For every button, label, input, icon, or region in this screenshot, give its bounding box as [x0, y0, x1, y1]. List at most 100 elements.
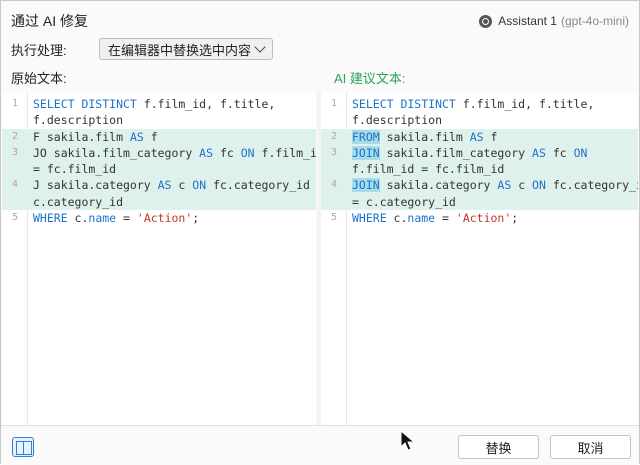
- code-token: J sakila.category: [33, 178, 158, 193]
- line-number: 5: [331, 212, 338, 224]
- code-keyword: 'Action': [136, 211, 193, 226]
- code-token: f.description: [352, 113, 443, 128]
- code-keyword: AS: [199, 145, 214, 160]
- code-text: f.description: [352, 112, 442, 128]
- gpt-icon: [479, 14, 493, 28]
- code-token: fc: [545, 145, 574, 160]
- original-text-editor[interactable]: 1 SELECT DISTINCT f.film_id, f.title, f.de…: [2, 92, 316, 425]
- code-text: F sakila.film AS f: [33, 129, 158, 145]
- code-line: = c.category_id: [321, 193, 638, 211]
- code-token: fc.category_id: [552, 178, 638, 193]
- code-keyword: SELECT DISTINCT: [33, 97, 137, 111]
- code-token: f.film_id: [261, 145, 316, 160]
- ai-suggested-text-label: AI 建议文本:: [334, 71, 406, 86]
- cancel-button[interactable]: 取消: [550, 435, 631, 459]
- code-token: F sakila.film: [33, 129, 130, 144]
- original-text-label: 原始文本:: [11, 71, 67, 86]
- code-text: JOIN sakila.category AS c ON fc.category…: [352, 177, 638, 193]
- code-token: f.film_id, f.title,: [455, 97, 595, 111]
- line-number: 2: [12, 130, 19, 142]
- action-select-value: 在编辑器中替换选中内容: [108, 42, 252, 58]
- code-line: f.film_id = fc.film_id: [321, 161, 638, 178]
- code-line: f.description: [2, 112, 316, 128]
- code-keyword: ON: [240, 145, 255, 160]
- code-line: 4 JOIN sakila.category AS c ON fc.categor…: [321, 177, 638, 194]
- action-select[interactable]: 在编辑器中替换选中内容: [99, 38, 273, 60]
- line-number: 2: [331, 130, 338, 142]
- code-keyword: SELECT DISTINCT: [352, 97, 456, 111]
- code-keyword: ON: [192, 178, 207, 193]
- dialog-footer: 替换 取消: [1, 425, 639, 465]
- code-token: f.film_id, f.title,: [136, 97, 276, 111]
- dialog-title: 通过 AI 修复: [11, 13, 89, 29]
- code-text: = fc.film_id: [33, 161, 116, 177]
- code-token: sakila.film_category: [379, 145, 533, 160]
- code-line: 1 SELECT DISTINCT f.film_id, f.title,: [321, 96, 638, 112]
- code-line: c.category_id: [2, 193, 316, 211]
- code-keyword: name: [88, 211, 117, 226]
- code-token: c.category_id: [33, 194, 124, 209]
- code-line: 2 F sakila.film AS f: [2, 128, 316, 145]
- code-text: JO sakila.film_category AS fc ON f.film_…: [33, 145, 316, 161]
- assistant-indicator: Assistant 1 (gpt-4o-mini): [479, 14, 629, 28]
- code-token: f.film_id = fc.film_id: [352, 162, 505, 177]
- code-keyword: JOIN: [352, 145, 380, 160]
- code-line: 2 FROM sakila.film AS f: [321, 128, 638, 145]
- code-keyword: ON: [532, 178, 546, 193]
- line-number: 4: [331, 179, 338, 191]
- code-keyword: JOIN: [352, 178, 380, 193]
- code-text: SELECT DISTINCT f.film_id, f.title,: [33, 96, 275, 112]
- code-token: c: [511, 178, 533, 193]
- code-keyword: AS: [157, 178, 172, 193]
- replace-button[interactable]: 替换: [458, 435, 539, 459]
- code-token: ;: [511, 211, 519, 226]
- code-token: f: [483, 129, 498, 144]
- code-keyword: ON: [573, 145, 588, 160]
- code-token: ;: [192, 211, 200, 226]
- code-token: fc: [213, 145, 241, 160]
- code-keyword: WHERE: [352, 211, 387, 226]
- code-keyword: AS: [497, 178, 512, 193]
- code-token: c: [171, 178, 193, 193]
- code-text: JOIN sakila.film_category AS fc ON: [352, 145, 587, 161]
- code-keyword: name: [407, 211, 436, 226]
- ai-suggested-editor[interactable]: 1 SELECT DISTINCT f.film_id, f.title, f.de…: [321, 92, 638, 425]
- code-text: c.category_id: [33, 194, 123, 210]
- code-token: = c.category_id: [352, 194, 456, 209]
- code-text: WHERE c.name = 'Action';: [33, 210, 199, 226]
- code-line: 1 SELECT DISTINCT f.film_id, f.title,: [2, 96, 316, 112]
- code-token: sakila.category: [379, 178, 498, 193]
- code-line: 3 JO sakila.film_category AS fc ON f.film…: [2, 144, 316, 162]
- code-keyword: WHERE: [33, 211, 68, 226]
- code-line: = fc.film_id: [2, 161, 316, 178]
- line-number: 4: [12, 179, 19, 191]
- code-token: =: [435, 211, 456, 226]
- code-token: c.: [67, 211, 89, 226]
- code-text: FROM sakila.film AS f: [352, 129, 497, 145]
- line-number: 1: [331, 98, 338, 109]
- line-number: 1: [12, 98, 19, 109]
- original-code: 1 SELECT DISTINCT f.film_id, f.title, f.de…: [2, 96, 316, 226]
- code-token: sakila.film: [379, 129, 470, 144]
- action-label: 执行处理:: [11, 42, 67, 58]
- code-text: = c.category_id: [352, 194, 456, 210]
- suggested-code: 1 SELECT DISTINCT f.film_id, f.title, f.de…: [321, 96, 638, 226]
- line-number: 5: [12, 212, 19, 224]
- ai-fix-dialog: 通过 AI 修复 Assistant 1 (gpt-4o-mini) 执行处理:…: [0, 0, 640, 465]
- line-number: 3: [331, 146, 338, 158]
- code-token: c.: [386, 211, 408, 226]
- chevron-down-icon: [254, 41, 266, 53]
- code-token: = fc.film_id: [33, 162, 117, 177]
- assistant-model: (gpt-4o-mini): [560, 14, 629, 28]
- code-token: =: [116, 211, 137, 226]
- layout-split-icon[interactable]: [12, 437, 34, 457]
- code-token: JO sakila.film_category: [33, 145, 200, 160]
- code-token: f: [143, 129, 158, 144]
- code-token: f.description: [33, 113, 124, 128]
- code-text: SELECT DISTINCT f.film_id, f.title,: [352, 96, 594, 112]
- code-text: WHERE c.name = 'Action';: [352, 210, 518, 226]
- action-row: 执行处理: 在编辑器中替换选中内容: [11, 38, 273, 60]
- dialog-header: 通过 AI 修复 Assistant 1 (gpt-4o-mini): [11, 11, 629, 31]
- code-keyword: 'Action': [455, 211, 512, 226]
- code-text: J sakila.category AS c ON fc.category_id…: [33, 177, 316, 193]
